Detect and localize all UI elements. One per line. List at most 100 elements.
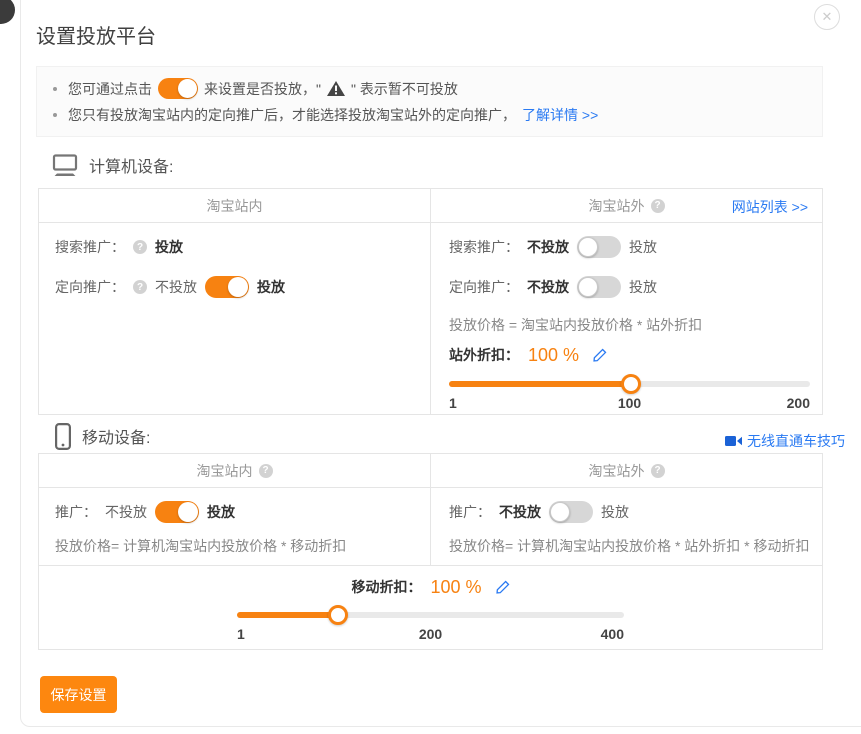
- outside-discount-row: 站外折扣： 100 %: [449, 341, 810, 369]
- computer-icon: [52, 154, 78, 177]
- toggle-knob: [578, 277, 598, 297]
- notice-box: 您可通过点击 来设置是否投放，" " 表示暂不可投放 您只有投放淘宝站内的定向推…: [36, 66, 823, 137]
- mobile-outside-price-formula: 投放价格= 计算机淘宝站内投放价格 * 站外折扣 * 移动折扣: [449, 536, 810, 556]
- toggle-knob: [550, 502, 570, 522]
- slider-min-label: 1: [237, 626, 245, 642]
- slider-max-label: 200: [787, 395, 810, 411]
- outside-discount-label: 站外折扣：: [449, 345, 519, 365]
- settings-page: ✕ 设置投放平台 您可通过点击 来设置是否投放，" " 表示暂不可投放 您只有投…: [0, 0, 861, 734]
- help-icon[interactable]: ?: [651, 199, 665, 213]
- notice-line1-post: " 表示暂不可投放: [351, 79, 458, 99]
- bullet-dot: [53, 87, 57, 91]
- mobile-section-header: 移动设备:: [55, 423, 150, 449]
- mobile-discount-label: 移动折扣：: [351, 577, 421, 597]
- promo-label: 推广：: [449, 502, 491, 522]
- search-off-label: 不投放: [527, 237, 569, 257]
- mobile-outside-header: 淘宝站外 ?: [431, 454, 822, 487]
- edit-pencil-icon[interactable]: [592, 348, 607, 363]
- video-icon: [725, 435, 742, 447]
- learn-more-link[interactable]: 了解详情 >>: [522, 105, 598, 125]
- mobile-inside-toggle[interactable]: [155, 501, 199, 523]
- mobile-inside-cell: 推广： 不投放 投放 投放价格= 计算机淘宝站内投放价格 * 移动折扣: [39, 488, 431, 565]
- slider-fill: [237, 612, 338, 618]
- mobile-outside-toggle[interactable]: [549, 501, 593, 523]
- mobile-table-header: 淘宝站内 ? 淘宝站外 ?: [39, 454, 822, 488]
- edit-pencil-icon[interactable]: [495, 580, 510, 595]
- outside-discount-slider: [449, 375, 810, 393]
- target-promo-label: 定向推广：: [55, 277, 125, 297]
- mobile-inside-header-label: 淘宝站内: [197, 461, 253, 481]
- outside-price-formula: 投放价格 = 淘宝站内投放价格 * 站外折扣: [449, 315, 810, 335]
- mobile-discount-value: 100 %: [430, 577, 481, 598]
- target-on-label: 投放: [257, 277, 285, 297]
- phone-icon: [55, 423, 71, 450]
- save-settings-button[interactable]: 保存设置: [40, 676, 117, 713]
- corner-badge-icon: [0, 0, 15, 24]
- computer-inside-header-label: 淘宝站内: [207, 196, 263, 216]
- computer-section-title: 计算机设备:: [89, 153, 173, 177]
- mobile-table: 淘宝站内 ? 淘宝站外 ? 推广： 不投放 投放 投放价格= 计算机淘宝站内投放…: [38, 453, 823, 650]
- wireless-tips-link[interactable]: 无线直通车技巧: [725, 431, 845, 451]
- outside-slider-labels: 1 100 200: [449, 395, 810, 415]
- computer-outside-header-label: 淘宝站外: [589, 196, 645, 216]
- slider-handle[interactable]: [328, 605, 348, 625]
- computer-outside-search-toggle[interactable]: [577, 236, 621, 258]
- slider-mid-label: 100: [618, 395, 641, 411]
- notice-line1-mid: 来设置是否投放，": [204, 79, 321, 99]
- mobile-discount-section: 移动折扣： 100 % 1 200 400: [39, 566, 822, 646]
- notice-line2-text: 您只有投放淘宝站内的定向推广后，才能选择投放淘宝站外的定向推广，: [68, 105, 516, 125]
- target-off-label: 不投放: [527, 277, 569, 297]
- notice-line-1: 您可通过点击 来设置是否投放，" " 表示暂不可投放: [53, 78, 806, 99]
- mobile-outside-cell: 推广： 不投放 投放 投放价格= 计算机淘宝站内投放价格 * 站外折扣 * 移动…: [431, 488, 822, 565]
- promo-label: 推广：: [55, 502, 97, 522]
- computer-inside-cell: 搜索推广： ? 投放 定向推广： ? 不投放 投放: [39, 223, 431, 415]
- mobile-slider-labels: 1 200 400: [237, 626, 624, 646]
- outside-discount-value: 100 %: [528, 345, 579, 366]
- mobile-outside-header-label: 淘宝站外: [589, 461, 645, 481]
- mobile-inside-promo-row: 推广： 不投放 投放: [55, 500, 416, 524]
- toggle-knob: [178, 79, 197, 98]
- computer-inside-target-toggle[interactable]: [205, 276, 249, 298]
- computer-inside-search-row: 搜索推广： ? 投放: [55, 235, 416, 259]
- site-list-link[interactable]: 网站列表 >>: [732, 197, 808, 217]
- help-icon[interactable]: ?: [259, 464, 273, 478]
- slider-max-label: 400: [601, 626, 624, 642]
- computer-outside-header: 淘宝站外 ? 网站列表 >>: [431, 189, 822, 222]
- search-promo-status: 投放: [155, 237, 183, 257]
- search-promo-label: 搜索推广：: [55, 237, 125, 257]
- computer-section-header: 计算机设备:: [52, 152, 173, 178]
- close-button[interactable]: ✕: [814, 4, 840, 30]
- close-icon: ✕: [822, 9, 833, 25]
- computer-outside-search-row: 搜索推广： 不投放 投放: [449, 235, 810, 259]
- bullet-dot: [53, 113, 57, 117]
- mobile-slider-area: 1 200 400: [237, 606, 624, 646]
- target-off-label: 不投放: [155, 277, 197, 297]
- help-icon[interactable]: ?: [133, 280, 147, 294]
- mobile-discount-row: 移动折扣： 100 %: [39, 574, 822, 600]
- computer-outside-target-row: 定向推广： 不投放 投放: [449, 275, 810, 299]
- slider-min-label: 1: [449, 395, 457, 411]
- computer-table: 淘宝站内 淘宝站外 ? 网站列表 >> 搜索推广： ? 投放 定向推广： ? 不…: [38, 188, 823, 415]
- help-icon[interactable]: ?: [133, 240, 147, 254]
- notice-line-2: 您只有投放淘宝站内的定向推广后，才能选择投放淘宝站外的定向推广， 了解详情 >>: [53, 105, 806, 125]
- toggle-knob: [578, 237, 598, 257]
- mobile-inside-header: 淘宝站内 ?: [39, 454, 431, 487]
- promo-on-label: 投放: [207, 502, 235, 522]
- computer-outside-target-toggle[interactable]: [577, 276, 621, 298]
- example-toggle[interactable]: [158, 78, 198, 99]
- target-promo-label: 定向推广：: [449, 277, 519, 297]
- slider-fill: [449, 381, 631, 387]
- slider-mid-label: 200: [419, 626, 442, 642]
- promo-off-label: 不投放: [499, 502, 541, 522]
- computer-inside-header: 淘宝站内: [39, 189, 431, 222]
- mobile-discount-slider: [237, 606, 624, 624]
- computer-outside-cell: 搜索推广： 不投放 投放 定向推广： 不投放 投放 投放价格 = 淘宝站内投放价…: [431, 223, 822, 415]
- wireless-tips-label: 无线直通车技巧: [747, 431, 845, 451]
- toggle-knob: [228, 277, 248, 297]
- toggle-knob: [178, 502, 198, 522]
- help-icon[interactable]: ?: [651, 464, 665, 478]
- search-on-label: 投放: [629, 237, 657, 257]
- notice-line1-pre: 您可通过点击: [68, 79, 152, 99]
- mobile-inside-price-formula: 投放价格= 计算机淘宝站内投放价格 * 移动折扣: [55, 536, 416, 556]
- slider-handle[interactable]: [621, 374, 641, 394]
